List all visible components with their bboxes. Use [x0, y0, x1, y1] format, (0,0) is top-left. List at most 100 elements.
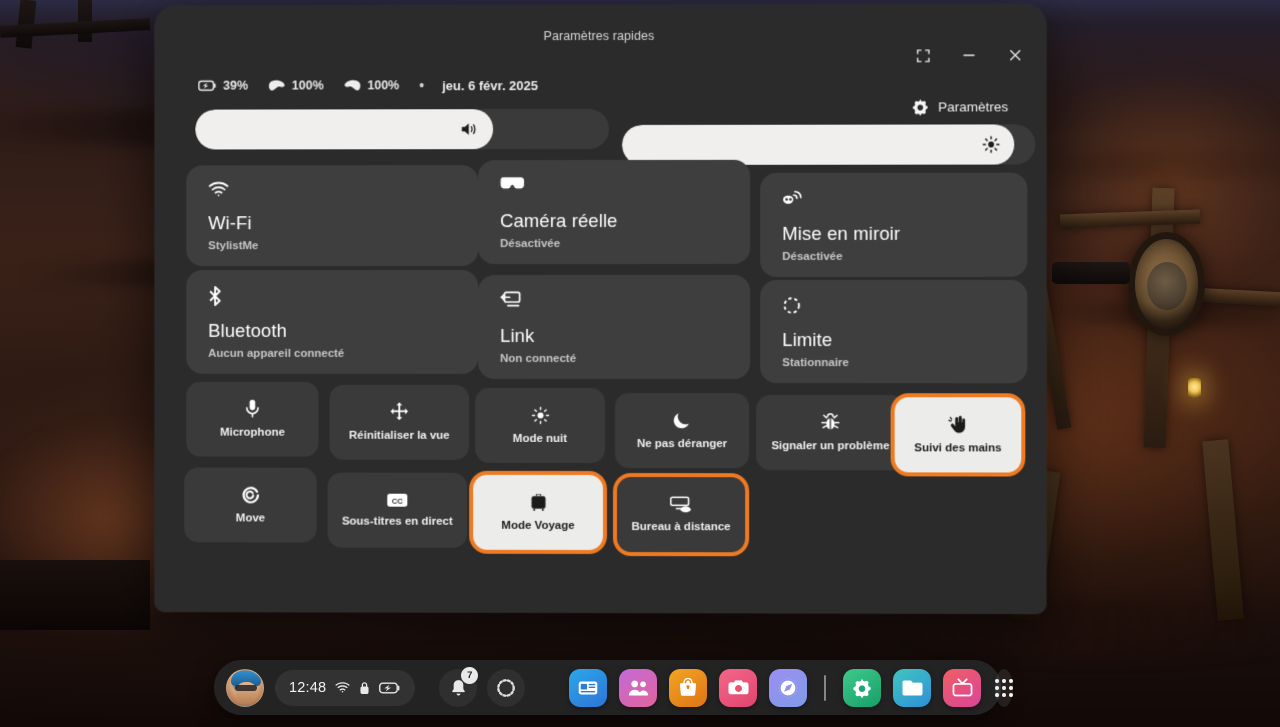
button-label: Ne pas déranger: [636, 437, 728, 450]
expand-icon[interactable]: [910, 42, 936, 68]
clock-pill[interactable]: 12:48: [275, 669, 416, 706]
controller-right-icon: [344, 79, 362, 92]
notifications-button[interactable]: 7: [439, 666, 479, 707]
volume-slider[interactable]: [195, 108, 610, 150]
app-dock: [569, 668, 982, 707]
app-tv[interactable]: [943, 668, 982, 707]
button-label: Réinitialiser la vue: [348, 429, 450, 443]
left-controller-percent: 100%: [291, 78, 324, 93]
brightness-icon: [982, 135, 1000, 153]
people-icon: [628, 679, 649, 697]
button-remote-desktop[interactable]: Bureau à distance: [617, 477, 746, 553]
settings-link[interactable]: Paramètres: [912, 98, 1009, 116]
tile-wifi[interactable]: Wi-Fi StylistMe: [186, 165, 479, 267]
brightness-slider-fill: [622, 124, 1015, 165]
button-label: Bureau à distance: [631, 521, 731, 534]
window-controls: [910, 42, 1029, 68]
button-do-not-disturb[interactable]: Ne pas déranger: [615, 393, 750, 469]
button-label: Signaler un problème: [771, 440, 890, 453]
bag-icon: [679, 678, 697, 697]
notification-badge: 7: [461, 666, 479, 684]
left-controller-status: 100%: [268, 78, 324, 92]
night-mode-icon: [531, 406, 550, 425]
remote-desktop-icon: [670, 495, 692, 513]
tile-passthrough[interactable]: Caméra réelle Désactivée: [478, 159, 751, 265]
wheel-axle: [1052, 262, 1130, 284]
button-live-captions[interactable]: CC Sous-titres en direct: [327, 472, 468, 548]
button-hand-tracking[interactable]: Suivi des mains: [894, 397, 1022, 473]
close-icon[interactable]: [1002, 42, 1028, 68]
brightness-slider[interactable]: [622, 124, 1036, 165]
controller-left-icon: [268, 79, 286, 92]
app-files[interactable]: [893, 668, 932, 707]
camera-icon: [728, 679, 749, 696]
tile-subtitle: Stationnaire: [782, 357, 849, 370]
boundary-icon: [782, 296, 801, 315]
gear-icon: [912, 98, 929, 116]
button-label: Suivi des mains: [914, 442, 1002, 455]
battery-charging-icon: [198, 80, 217, 92]
avatar[interactable]: [226, 668, 264, 707]
app-people[interactable]: [619, 668, 658, 707]
tile-subtitle: Aucun appareil connecté: [208, 347, 345, 360]
tile-boundary[interactable]: Limite Stationnaire: [760, 279, 1028, 384]
taskbar: 12:48 7: [214, 660, 1014, 715]
closed-captions-icon: CC: [386, 492, 408, 508]
tile-title: Bluetooth: [208, 319, 287, 341]
minimize-icon[interactable]: [956, 42, 982, 68]
microphone-icon: [245, 399, 260, 419]
grid-icon: [995, 678, 1014, 697]
wifi-icon: [208, 181, 230, 197]
app-camera[interactable]: [719, 668, 758, 707]
app-store[interactable]: [569, 668, 608, 707]
button-microphone[interactable]: Microphone: [186, 381, 319, 457]
settings-link-label: Paramètres: [938, 99, 1009, 115]
hand-tracking-icon: [948, 414, 968, 434]
button-night-mode[interactable]: Mode nuit: [475, 387, 605, 464]
tv-icon: [952, 678, 973, 697]
status-separator: •: [419, 77, 425, 94]
battery-percent: 39%: [223, 78, 248, 93]
tile-bluetooth[interactable]: Bluetooth Aucun appareil connecté: [186, 270, 479, 374]
wifi-icon: [335, 682, 350, 693]
loading-spinner-icon: [495, 677, 517, 699]
clock-time: 12:48: [289, 679, 327, 696]
right-controller-status: 100%: [344, 78, 399, 92]
window-titlebar: Paramètres rapides: [155, 4, 1047, 68]
mine-wheel-hub: [1147, 262, 1187, 310]
tile-link[interactable]: Link Non connecté: [478, 274, 751, 380]
app-settings[interactable]: [843, 668, 882, 707]
reset-view-icon: [389, 402, 409, 422]
link-icon: [500, 291, 521, 309]
do-not-disturb-icon: [673, 411, 691, 430]
tile-subtitle: StylistMe: [208, 240, 259, 253]
gear-icon: [852, 678, 872, 698]
button-label: Mode nuit: [512, 432, 568, 445]
passthrough-icon: [500, 176, 525, 191]
button-label: Microphone: [220, 426, 285, 439]
button-report-problem[interactable]: Signaler un problème: [756, 395, 905, 471]
tile-subtitle: Désactivée: [500, 238, 561, 251]
lock-icon: [359, 681, 370, 695]
browser-icon: [778, 678, 798, 698]
dock-divider: [824, 674, 827, 701]
app-shop[interactable]: [669, 668, 708, 707]
app-browser[interactable]: [769, 668, 808, 707]
current-date: jeu. 6 févr. 2025: [442, 77, 539, 93]
tile-casting[interactable]: Mise en miroir Désactivée: [760, 172, 1028, 277]
mine-floor: [0, 560, 150, 630]
store-icon: [578, 680, 598, 696]
move-icon: [240, 485, 260, 505]
button-move[interactable]: Move: [184, 467, 317, 543]
device-status-row: 39% 100% 100% • jeu. 6 févr. 2025: [198, 77, 538, 94]
avatar-glasses: [235, 684, 257, 691]
volume-slider-fill: [195, 109, 493, 150]
bluetooth-icon: [208, 286, 222, 307]
tile-title: Link: [500, 324, 535, 346]
app-library-button[interactable]: [995, 668, 1014, 707]
button-travel-mode[interactable]: Mode Voyage: [473, 474, 603, 551]
lantern: [1188, 378, 1201, 398]
button-reset-view[interactable]: Réinitialiser la vue: [329, 384, 470, 460]
loading-indicator[interactable]: [487, 668, 526, 707]
quick-settings-window: Paramètres rapides 39% 100% 100% • jeu. …: [154, 3, 1047, 615]
